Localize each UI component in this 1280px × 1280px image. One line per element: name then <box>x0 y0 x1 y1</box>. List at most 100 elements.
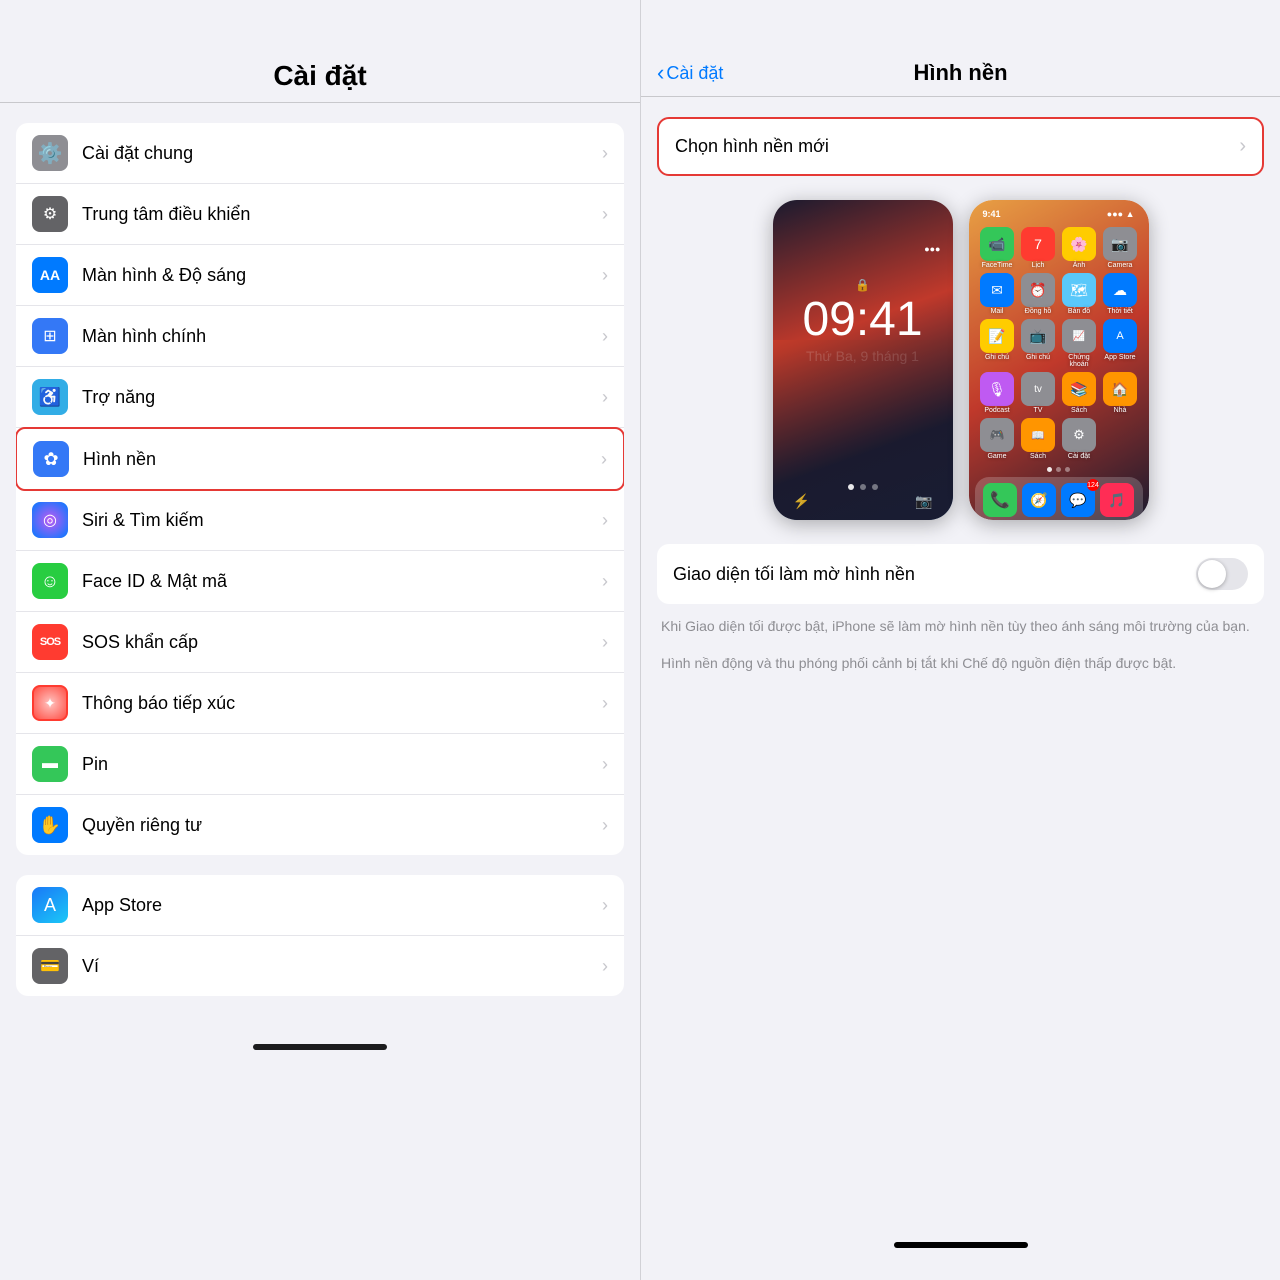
weather-icon: ☁ <box>1103 273 1137 307</box>
dock: 📞 🧭 💬 124 🎵 <box>975 477 1143 520</box>
toggle-label: Giao diện tối làm mờ hình nền <box>673 564 1196 585</box>
left-panel: Cài đặt ⚙️ Cài đặt chung › ⚙ Trung tâm đ… <box>0 0 640 1280</box>
item-label-sos: SOS khẩn cấp <box>82 632 594 653</box>
calendar-icon: 7 <box>1021 227 1055 261</box>
appstore-icon: A <box>1103 319 1137 353</box>
photos-icon: 🌸 <box>1062 227 1096 261</box>
item-label-thong-bao: Thông báo tiếp xúc <box>82 693 594 714</box>
clock-icon: ⏰ <box>1021 273 1055 307</box>
chevron-icon: › <box>602 815 608 836</box>
app-cell-appstore: A App Store <box>1102 319 1139 368</box>
app-cell-calendar: 7 Lịch <box>1020 227 1057 269</box>
contact-tracing-icon: ✦ <box>32 685 68 721</box>
settings-group-2: A App Store › 💳 Ví › <box>16 875 624 996</box>
empty-slot <box>1103 418 1137 452</box>
home-screen-preview[interactable]: 9:41 ●●● ▲ 📹 FaceTime 7 Lịch <box>969 200 1149 520</box>
item-label-man-hinh: Màn hình & Độ sáng <box>82 265 594 286</box>
item-label-siri: Siri & Tìm kiếm <box>82 510 594 531</box>
mail-icon: ✉ <box>980 273 1014 307</box>
lock-time: 09:41 <box>802 296 922 344</box>
settings-item-cai-dat-chung[interactable]: ⚙️ Cài đặt chung › <box>16 123 624 184</box>
app-cell-home: 🏠 Nhà <box>1102 372 1139 414</box>
settings-item-tro-nang[interactable]: ♿ Trợ năng › <box>16 367 624 428</box>
home-status-bar: 9:41 ●●● ▲ <box>975 206 1143 222</box>
settings-item-sos[interactable]: SOS SOS khẩn cấp › <box>16 612 624 673</box>
item-label-cai-dat-chung: Cài đặt chung <box>82 143 594 164</box>
back-chevron-icon: ‹ <box>657 60 664 86</box>
games-icon: 🎮 <box>980 418 1014 452</box>
settings-item-hinh-nen[interactable]: ✿ Hình nền › <box>16 427 624 491</box>
settings-item-thong-bao[interactable]: ✦ Thông báo tiếp xúc › <box>16 673 624 734</box>
settings-icon: ⚙ <box>1062 418 1096 452</box>
settings-item-siri[interactable]: ◎ Siri & Tìm kiếm › <box>16 490 624 551</box>
item-label-man-hinh-chinh: Màn hình chính <box>82 326 594 347</box>
control-center-icon: ⚙ <box>32 196 68 232</box>
chevron-icon: › <box>1239 135 1246 158</box>
item-label-trung-tam: Trung tâm điều khiển <box>82 204 594 225</box>
back-button[interactable]: ‹ Cài đặt <box>657 60 723 86</box>
appletv-icon: tv <box>1021 372 1055 406</box>
settings-item-vi[interactable]: 💳 Ví › <box>16 936 624 996</box>
app-cell-appletv: tv TV <box>1020 372 1057 414</box>
settings-item-app-store[interactable]: A App Store › <box>16 875 624 936</box>
dark-mode-toggle-row: Giao diện tối làm mờ hình nền <box>657 544 1264 604</box>
messages-dock-icon: 💬 124 <box>1061 483 1095 517</box>
flashlight-icon: ⚡ <box>793 493 810 510</box>
app-cell-maps: 🗺 Bản đồ <box>1061 273 1098 315</box>
maps-icon: 🗺 <box>1062 273 1096 307</box>
chevron-icon: › <box>602 326 608 347</box>
home-indicator-left <box>253 1044 387 1050</box>
settings-item-quyen-rieng-tu[interactable]: ✋ Quyền riêng tư › <box>16 795 624 855</box>
books-icon: 📚 <box>1062 372 1096 406</box>
item-label-face-id: Face ID & Mật mã <box>82 571 594 592</box>
chevron-icon: › <box>602 571 608 592</box>
settings-item-face-id[interactable]: ☺ Face ID & Mật mã › <box>16 551 624 612</box>
app-store-icon: A <box>32 887 68 923</box>
face-id-icon: ☺ <box>32 563 68 599</box>
podcasts-icon: 🎙 <box>980 372 1014 406</box>
gear-icon: ⚙️ <box>32 135 68 171</box>
stocks-icon: 📈 <box>1062 319 1096 353</box>
right-panel: ‹ Cài đặt Hình nền Chọn hình nền mới › ●… <box>640 0 1280 1280</box>
chevron-icon: › <box>602 895 608 916</box>
choose-wallpaper-button[interactable]: Chọn hình nền mới › <box>657 117 1264 176</box>
home-icon: 🏠 <box>1103 372 1137 406</box>
lock-screen: ●●● 🔒 09:41 Thứ Ba, 9 tháng 1 ⚡ <box>773 200 953 520</box>
lock-status-right: ●●● <box>924 244 940 254</box>
item-label-quyen-rieng-tu: Quyền riêng tư <box>82 815 594 836</box>
app-cell-tv: 📺 Ghi chú <box>1020 319 1057 368</box>
settings-item-man-hinh-chinh[interactable]: ⊞ Màn hình chính › <box>16 306 624 367</box>
chevron-icon: › <box>602 265 608 286</box>
chevron-icon: › <box>602 754 608 775</box>
page-dots <box>975 467 1143 472</box>
chevron-icon: › <box>602 693 608 714</box>
app-cell-stocks: 📈 Chứng khoán <box>1061 319 1098 368</box>
right-content: Chọn hình nền mới › ●●● 🔒 09:41 Thứ Ba, … <box>641 97 1280 1224</box>
app-cell-games: 🎮 Game <box>979 418 1016 460</box>
wallet-icon: 💳 <box>32 948 68 984</box>
settings-list: ⚙️ Cài đặt chung › ⚙ Trung tâm điều khiể… <box>0 103 640 1280</box>
left-header: Cài đặt <box>0 0 640 103</box>
settings-item-pin[interactable]: ▬ Pin › <box>16 734 624 795</box>
item-label-vi: Ví <box>82 956 594 977</box>
item-label-hinh-nen: Hình nền <box>83 449 593 470</box>
dark-mode-toggle[interactable] <box>1196 558 1248 590</box>
info-text-1: Khi Giao diện tối được bật, iPhone sẽ là… <box>657 616 1264 637</box>
item-label-tro-nang: Trợ năng <box>82 387 594 408</box>
choose-wallpaper-label: Chọn hình nền mới <box>675 136 829 157</box>
app-cell-books2: 📖 Sách <box>1020 418 1057 460</box>
app-cell-weather: ☁ Thời tiết <box>1102 273 1139 315</box>
settings-item-man-hinh[interactable]: AA Màn hình & Độ sáng › <box>16 245 624 306</box>
app-cell-photos: 🌸 Ảnh <box>1061 227 1098 269</box>
accessibility-icon: ♿ <box>32 379 68 415</box>
right-title: Hình nền <box>913 60 1007 86</box>
settings-item-trung-tam[interactable]: ⚙ Trung tâm điều khiển › <box>16 184 624 245</box>
app-cell-notes: 📝 Ghi chú <box>979 319 1016 368</box>
lock-screen-preview[interactable]: ●●● 🔒 09:41 Thứ Ba, 9 tháng 1 ⚡ <box>773 200 953 520</box>
facetime-icon: 📹 <box>980 227 1014 261</box>
home-screen-icon: ⊞ <box>32 318 68 354</box>
lock-screen-lock-icon: 🔒 <box>855 278 870 292</box>
app-cell-books: 📚 Sách <box>1061 372 1098 414</box>
books2-icon: 📖 <box>1021 418 1055 452</box>
camera-lock-icon: 📷 <box>915 493 932 510</box>
